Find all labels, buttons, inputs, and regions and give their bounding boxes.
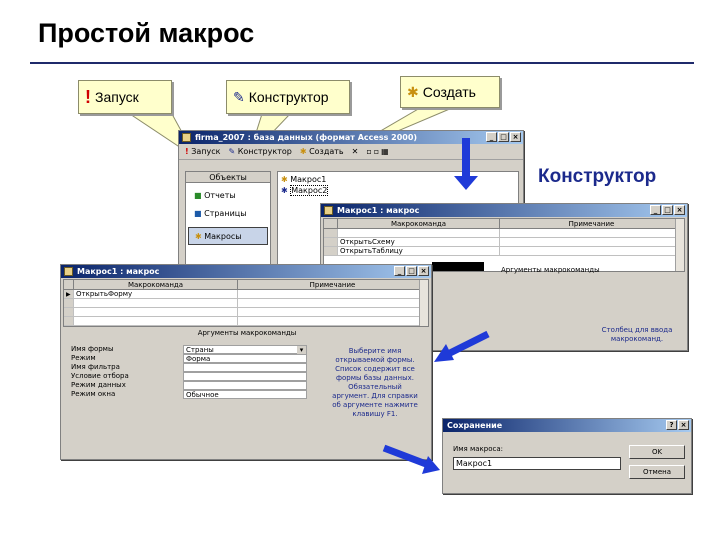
blue-arrows — [382, 138, 490, 474]
arrow-right-icon — [382, 444, 440, 474]
arrow-down-icon — [454, 138, 478, 190]
arrow-left-icon — [434, 330, 490, 362]
